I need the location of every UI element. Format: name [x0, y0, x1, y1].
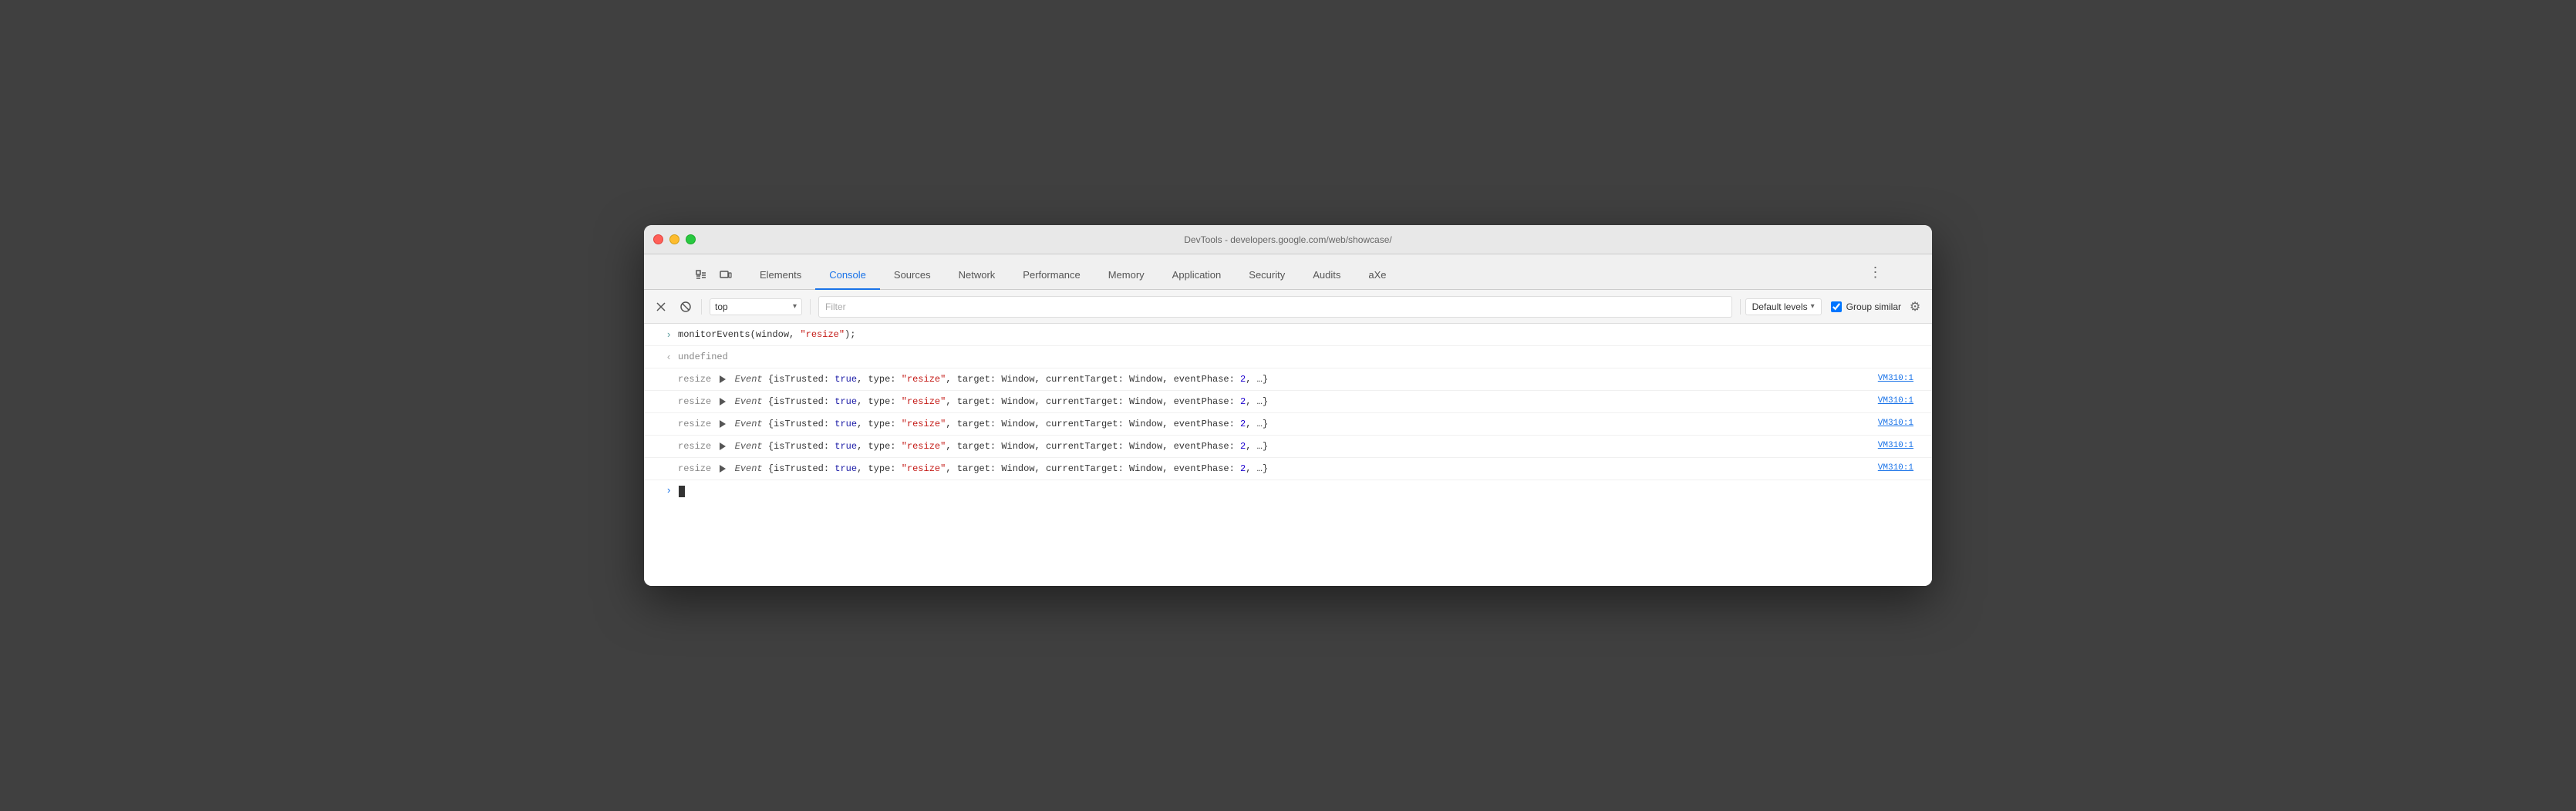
resize-event-row-2: resize Event {isTrusted: true, type: "re…: [644, 391, 1932, 413]
minimize-button[interactable]: [669, 234, 679, 244]
expand-icon-4[interactable]: [720, 443, 726, 450]
resize-event-row-1: resize Event {isTrusted: true, type: "re…: [644, 368, 1932, 391]
toolbar-divider-3: [1740, 299, 1741, 315]
traffic-lights: [653, 234, 696, 244]
more-tabs-button[interactable]: ⋮: [1864, 261, 1886, 283]
row3-text: resize Event {isTrusted: true, type: "re…: [678, 416, 1878, 432]
console-toolbar: top ▾ Default levels ▾ Group similar ⚙: [644, 290, 1932, 324]
resize-event-row-4: resize Event {isTrusted: true, type: "re…: [644, 436, 1932, 458]
response-gutter: ‹: [644, 348, 678, 365]
tabs-bar: Elements Console Sources Network Perform…: [644, 254, 1932, 290]
command-text: monitorEvents(window, "resize");: [678, 326, 1926, 343]
undefined-text: undefined: [678, 348, 1926, 365]
row2-source[interactable]: VM310:1: [1878, 393, 1926, 408]
group-similar-checkbox[interactable]: [1831, 301, 1842, 312]
row2-text: resize Event {isTrusted: true, type: "re…: [678, 393, 1878, 410]
tab-application[interactable]: Application: [1158, 261, 1236, 290]
expand-icon-3[interactable]: [720, 420, 726, 428]
row5-source[interactable]: VM310:1: [1878, 460, 1926, 475]
console-command-row: › monitorEvents(window, "resize");: [644, 324, 1932, 346]
tab-security[interactable]: Security: [1235, 261, 1299, 290]
command-gutter: ›: [644, 326, 678, 343]
expand-icon-5[interactable]: [720, 465, 726, 473]
tab-console[interactable]: Console: [815, 261, 880, 290]
console-input-row: ›: [644, 480, 1932, 502]
filter-input[interactable]: [818, 296, 1732, 318]
tab-audits[interactable]: Audits: [1299, 261, 1354, 290]
row3-source[interactable]: VM310:1: [1878, 416, 1926, 430]
levels-arrow-icon: ▾: [1811, 302, 1815, 311]
default-levels-selector[interactable]: Default levels ▾: [1745, 298, 1822, 315]
expand-icon-2[interactable]: [720, 398, 726, 406]
input-prompt: ›: [644, 483, 678, 499]
tab-network[interactable]: Network: [945, 261, 1010, 290]
undefined-response-row: ‹ undefined: [644, 346, 1932, 368]
row4-source[interactable]: VM310:1: [1878, 438, 1926, 453]
clear-icon: [655, 301, 667, 313]
tab-axe[interactable]: aXe: [1354, 261, 1400, 290]
row1-gutter: [644, 371, 678, 372]
toolbar-divider-2: [810, 299, 811, 315]
settings-icon: ⚙: [1910, 299, 1920, 315]
response-prompt-icon: ‹: [666, 350, 672, 365]
toolbar-divider-1: [701, 299, 702, 315]
clear-console-button[interactable]: [650, 296, 672, 318]
row1-text: resize Event {isTrusted: true, type: "re…: [678, 371, 1878, 388]
devtools-window: DevTools - developers.google.com/web/sho…: [644, 225, 1932, 586]
row4-text: resize Event {isTrusted: true, type: "re…: [678, 438, 1878, 455]
window-title: DevTools - developers.google.com/web/sho…: [1184, 234, 1391, 245]
inspect-element-button[interactable]: [690, 264, 712, 286]
tab-sources[interactable]: Sources: [880, 261, 945, 290]
tab-elements[interactable]: Elements: [746, 261, 815, 290]
console-content: › monitorEvents(window, "resize"); ‹ und…: [644, 324, 1932, 586]
maximize-button[interactable]: [686, 234, 696, 244]
more-tabs-icon: ⋮: [1869, 264, 1882, 281]
group-similar-label: Group similar: [1846, 301, 1901, 312]
tab-performance[interactable]: Performance: [1009, 261, 1094, 290]
row4-gutter: [644, 438, 678, 439]
block-icon: [679, 301, 692, 313]
titlebar: DevTools - developers.google.com/web/sho…: [644, 225, 1932, 254]
console-settings-button[interactable]: ⚙: [1904, 296, 1926, 318]
tabs-right: ⋮: [1864, 261, 1886, 289]
context-selector[interactable]: top ▾: [710, 298, 802, 315]
device-toggle-button[interactable]: [715, 264, 737, 286]
command-prompt-icon: ›: [666, 328, 672, 343]
row5-gutter: [644, 460, 678, 462]
row3-gutter: [644, 416, 678, 417]
row1-source[interactable]: VM310:1: [1878, 371, 1926, 385]
group-similar-control: Group similar: [1831, 301, 1901, 312]
close-button[interactable]: [653, 234, 663, 244]
console-input-area[interactable]: [678, 486, 1926, 497]
context-arrow-icon: ▾: [793, 302, 797, 311]
row2-gutter: [644, 393, 678, 395]
row5-text: resize Event {isTrusted: true, type: "re…: [678, 460, 1878, 477]
cursor: [679, 486, 685, 497]
resize-event-row-5: resize Event {isTrusted: true, type: "re…: [644, 458, 1932, 480]
tab-memory[interactable]: Memory: [1094, 261, 1158, 290]
resize-event-row-3: resize Event {isTrusted: true, type: "re…: [644, 413, 1932, 436]
block-button[interactable]: [675, 296, 696, 318]
expand-icon-1[interactable]: [720, 375, 726, 383]
